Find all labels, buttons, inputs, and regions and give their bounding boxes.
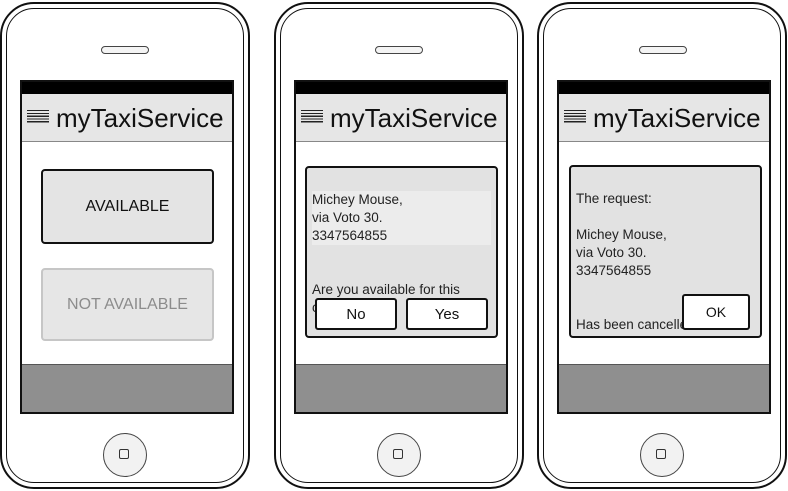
app-title: myTaxiService (330, 103, 498, 133)
home-button-icon (393, 449, 403, 459)
phone-1-screen: myTaxiService AVAILABLE NOT AVAILABLE (20, 80, 234, 414)
home-button[interactable] (377, 433, 421, 477)
home-button-icon (656, 449, 666, 459)
request-details: Michey Mouse, via Voto 30. 3347564855 (576, 227, 667, 278)
status-bar (22, 82, 232, 94)
bottom-bar (559, 364, 769, 412)
phone-1: myTaxiService AVAILABLE NOT AVAILABLE (0, 2, 250, 489)
hamburger-menu-icon[interactable] (301, 110, 323, 124)
phone-3-screen: myTaxiService The request: Michey Mouse,… (557, 80, 771, 414)
available-button[interactable]: AVAILABLE (41, 169, 214, 244)
phone-3: myTaxiService The request: Michey Mouse,… (537, 2, 787, 489)
bottom-bar (22, 364, 232, 412)
app-bar: myTaxiService (22, 94, 232, 142)
app-title: myTaxiService (56, 103, 224, 133)
status-bar (296, 82, 506, 94)
hamburger-menu-icon[interactable] (564, 110, 586, 124)
app-bar: myTaxiService (296, 94, 506, 142)
yes-button[interactable]: Yes (406, 298, 488, 330)
phone-2-speaker (375, 46, 423, 54)
no-button[interactable]: No (315, 298, 397, 330)
ok-button[interactable]: OK (682, 294, 750, 330)
request-details: Michey Mouse, via Voto 30. 3347564855 (312, 191, 491, 245)
phone-1-speaker (101, 46, 149, 54)
home-button-icon (119, 449, 129, 459)
hamburger-menu-icon[interactable] (27, 110, 49, 124)
call-request-dialog: Michey Mouse, via Voto 30. 3347564855 Ar… (305, 166, 498, 338)
app-title: myTaxiService (593, 103, 761, 133)
status-bar (559, 82, 769, 94)
phone-2-screen: myTaxiService Michey Mouse, via Voto 30.… (294, 80, 508, 414)
cancellation-dialog: The request: Michey Mouse, via Voto 30. … (569, 165, 762, 338)
app-bar: myTaxiService (559, 94, 769, 142)
phone-3-speaker (639, 46, 687, 54)
home-button[interactable] (640, 433, 684, 477)
not-available-button[interactable]: NOT AVAILABLE (41, 268, 214, 341)
cancellation-heading: The request: (576, 191, 652, 206)
bottom-bar (296, 364, 506, 412)
phone-2: myTaxiService Michey Mouse, via Voto 30.… (274, 2, 524, 489)
home-button[interactable] (103, 433, 147, 477)
